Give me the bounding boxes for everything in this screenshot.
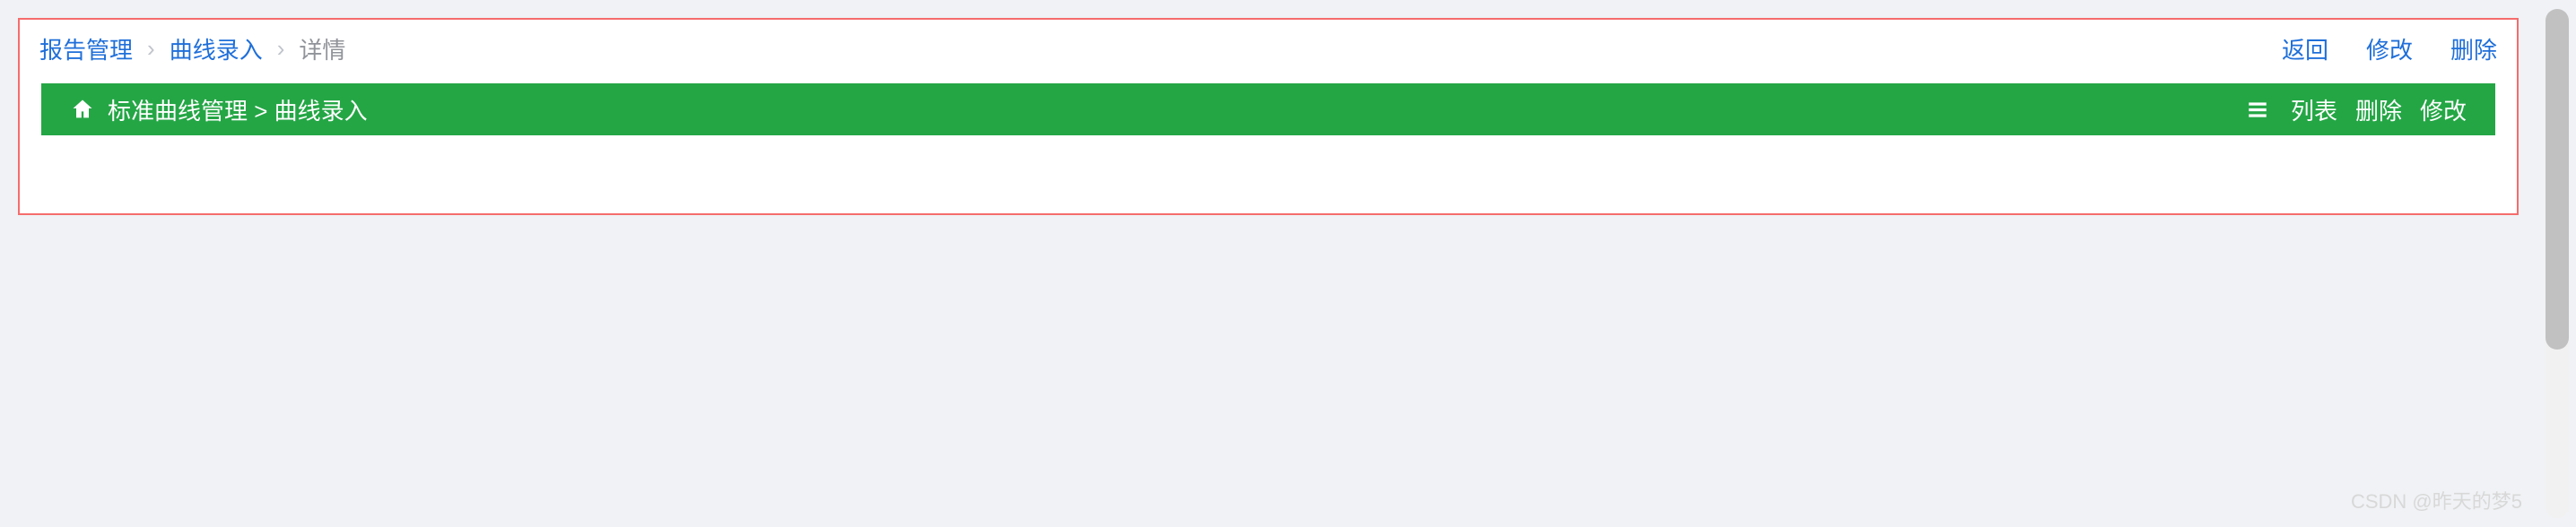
list-icon	[2246, 98, 2269, 121]
section-edit-button[interactable]: 修改	[2420, 93, 2467, 126]
main-frame: 报告管理 › 曲线录入 › 详情 返回 修改 删除 标准曲线管理 > 曲线录入 …	[18, 18, 2519, 215]
breadcrumb-current: 详情	[299, 32, 345, 65]
breadcrumb-separator: ›	[277, 35, 285, 63]
section-header-bar: 标准曲线管理 > 曲线录入 列表 删除 修改	[41, 83, 2495, 135]
list-button[interactable]: 列表	[2291, 93, 2337, 126]
breadcrumb: 报告管理 › 曲线录入 › 详情	[39, 32, 345, 65]
breadcrumb-link-report[interactable]: 报告管理	[39, 32, 133, 65]
breadcrumb-bar: 报告管理 › 曲线录入 › 详情 返回 修改 删除	[20, 20, 2517, 83]
breadcrumb-link-curve-input[interactable]: 曲线录入	[170, 32, 263, 65]
section-path: 标准曲线管理 > 曲线录入	[70, 93, 368, 126]
edit-button[interactable]: 修改	[2366, 32, 2413, 65]
scrollbar-track[interactable]	[2546, 9, 2569, 518]
section-delete-button[interactable]: 删除	[2355, 93, 2402, 126]
section-path-text: 标准曲线管理 > 曲线录入	[108, 93, 368, 126]
content-area	[41, 135, 2495, 213]
section-actions: 列表 删除 修改	[2246, 93, 2467, 126]
watermark: CSDN @昨天的梦5	[2351, 486, 2522, 514]
breadcrumb-actions: 返回 修改 删除	[2282, 32, 2497, 65]
delete-button[interactable]: 删除	[2450, 32, 2497, 65]
home-icon	[70, 97, 95, 122]
scrollbar-thumb[interactable]	[2546, 9, 2569, 350]
back-button[interactable]: 返回	[2282, 32, 2328, 65]
breadcrumb-separator: ›	[147, 35, 155, 63]
